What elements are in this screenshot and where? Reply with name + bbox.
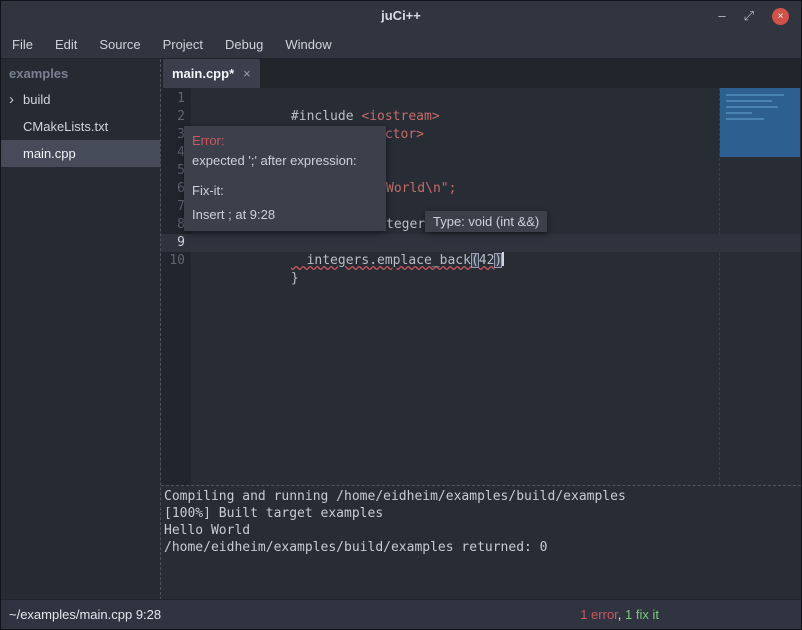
error-count: 1 error: [580, 607, 618, 622]
menu-window[interactable]: Window: [274, 31, 342, 58]
fixit-label: Fix-it:: [192, 183, 378, 198]
titlebar[interactable]: juCi++ – ⤢ ×: [1, 1, 801, 31]
tree-item-cmakelists[interactable]: CMakeLists.txt: [1, 113, 160, 140]
menu-edit[interactable]: Edit: [44, 31, 88, 58]
fixit-text: Insert ; at 9:28: [192, 207, 378, 222]
menubar: File Edit Source Project Debug Window: [1, 31, 801, 59]
code-editor[interactable]: 1#include <iostream> 2#include <vector> …: [161, 88, 801, 485]
line-number: 8: [161, 216, 185, 234]
line-number: 7: [161, 198, 185, 216]
close-icon[interactable]: ×: [772, 8, 789, 25]
file-tree-panel: examples › build CMakeLists.txt main.cpp: [1, 59, 161, 600]
type-tooltip: Type: void (int &&): [425, 211, 547, 232]
expander-chevron-icon[interactable]: ›: [9, 93, 23, 107]
line-number: 1: [161, 90, 185, 108]
terminal-line: /home/eidheim/examples/build/examples re…: [164, 539, 798, 556]
error-label: Error:: [192, 133, 378, 148]
tree-item-label: main.cpp: [23, 146, 76, 161]
line-number: 4: [161, 144, 185, 162]
diagnostics-summary: 1 error, 1 fix it: [580, 607, 659, 622]
maximize-icon[interactable]: ⤢: [744, 1, 754, 31]
terminal-output[interactable]: Compiling and running /home/eidheim/exam…: [161, 485, 801, 600]
project-name-label: examples: [1, 59, 160, 86]
tree-item-maincpp[interactable]: main.cpp: [1, 140, 160, 167]
tree-item-label: CMakeLists.txt: [23, 119, 108, 134]
tabbar: main.cpp* ×: [161, 59, 801, 88]
tree-item-build[interactable]: › build: [1, 86, 160, 113]
menu-file[interactable]: File: [1, 31, 44, 58]
code-line[interactable]: 10}: [161, 252, 801, 270]
source-map[interactable]: [720, 88, 800, 157]
minimize-icon[interactable]: –: [718, 1, 725, 31]
tree-item-label: build: [23, 92, 50, 107]
minimap-line: [726, 106, 778, 108]
diag-separator: ,: [618, 607, 625, 622]
line-number: 10: [161, 252, 185, 270]
code-line[interactable]: 2#include <vector>: [161, 108, 801, 126]
code-text: }: [291, 271, 299, 286]
fixit-count: 1 fix it: [625, 607, 659, 622]
terminal-line: Compiling and running /home/eidheim/exam…: [164, 488, 798, 505]
line-number: 5: [161, 162, 185, 180]
line-number: 2: [161, 108, 185, 126]
diagnostic-tooltip: Error: expected ';' after expression: Fi…: [184, 126, 386, 231]
error-message: expected ';' after expression:: [192, 153, 378, 168]
terminal-line: Hello World: [164, 522, 798, 539]
tab-maincpp[interactable]: main.cpp* ×: [163, 59, 260, 88]
menu-debug[interactable]: Debug: [214, 31, 274, 58]
terminal-line: [100%] Built target examples: [164, 505, 798, 522]
juci-window: juCi++ – ⤢ × File Edit Source Project De…: [0, 0, 802, 630]
main-area: examples › build CMakeLists.txt main.cpp…: [1, 59, 801, 600]
line-number: 9: [161, 234, 185, 252]
statusbar: ~/examples/main.cpp 9:28 1 error, 1 fix …: [1, 599, 801, 629]
code-line[interactable]: 1#include <iostream>: [161, 90, 801, 108]
menu-source[interactable]: Source: [88, 31, 151, 58]
editor-column: main.cpp* × 1#include <iostream> 2#inclu…: [161, 59, 801, 600]
file-location-label: ~/examples/main.cpp 9:28: [9, 607, 161, 622]
line-number: 6: [161, 180, 185, 198]
minimap-line: [726, 94, 784, 96]
minimap-line: [726, 112, 752, 114]
window-title: juCi++: [1, 1, 801, 31]
menu-project[interactable]: Project: [152, 31, 214, 58]
minimap-line: [726, 118, 764, 120]
tab-label: main.cpp*: [172, 66, 234, 81]
code-line-current[interactable]: 9 integers.emplace_back(42): [161, 234, 801, 252]
line-number: 3: [161, 126, 185, 144]
tab-close-icon[interactable]: ×: [243, 66, 251, 81]
minimap-line: [726, 100, 772, 102]
window-controls: – ⤢ ×: [718, 1, 789, 31]
